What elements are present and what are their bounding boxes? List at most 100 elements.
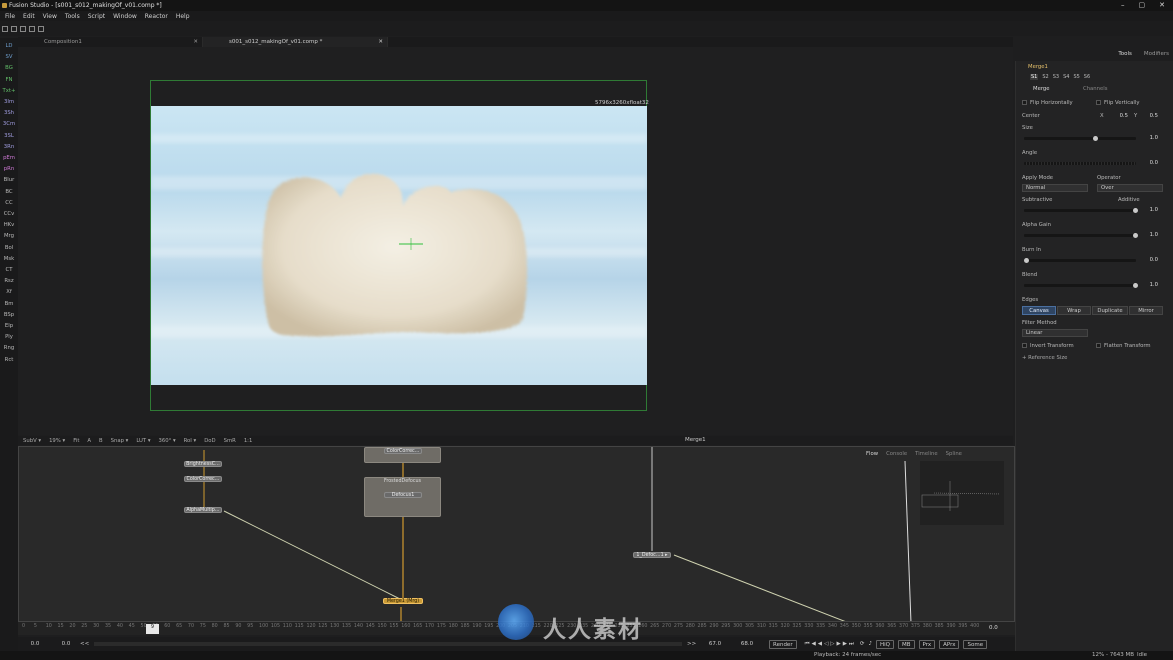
reference-size-expander[interactable]: + Reference Size (1022, 355, 1067, 361)
size-slider[interactable] (1024, 136, 1136, 141)
tab-channels[interactable]: Channels (1083, 86, 1108, 92)
tab-modifiers[interactable]: Modifiers (1144, 51, 1169, 57)
node-brightness-contrast[interactable]: BrightnessC… (184, 461, 222, 467)
tab-spline[interactable]: Spline (946, 451, 962, 457)
invert-transform-checkbox[interactable] (1022, 343, 1027, 348)
close-button[interactable]: ✕ (1159, 1, 1165, 9)
tool-button-cc[interactable]: CC (0, 200, 18, 206)
tool-button-prn[interactable]: pRn (0, 166, 18, 172)
global-end-field[interactable]: 68.0 (729, 641, 765, 647)
tool-button-ld[interactable]: LD (0, 43, 18, 49)
subtractive-additive-slider[interactable] (1024, 208, 1138, 213)
slider-knob[interactable] (1133, 208, 1138, 213)
tool-button-3sl[interactable]: 3SL (0, 133, 18, 139)
tool-button-hkv[interactable]: HKv (0, 222, 18, 228)
node-color-correct-2[interactable]: ColorCorrec… (384, 448, 422, 454)
blend-value[interactable]: 1.0 (1140, 282, 1158, 288)
slider-knob[interactable] (1024, 258, 1029, 263)
viewer-image[interactable] (151, 106, 647, 385)
node-merge1[interactable]: Merge1 (Mrg) (383, 598, 423, 604)
tab-flow[interactable]: Flow (866, 451, 878, 457)
tab-timeline[interactable]: Timeline (915, 451, 938, 457)
slider-knob[interactable] (1092, 136, 1098, 141)
tool-button-3sh[interactable]: 3Sh (0, 110, 18, 116)
version-s5[interactable]: S5 (1073, 74, 1079, 80)
subtractive-additive-value[interactable]: 1.0 (1140, 207, 1158, 213)
menu-view[interactable]: View (43, 13, 57, 20)
tool-button-xf[interactable]: Xf (0, 289, 18, 295)
edges-wrap-button[interactable]: Wrap (1057, 306, 1091, 315)
node-defocus1[interactable]: Defocus1 (384, 492, 422, 498)
version-s1[interactable]: S1 (1030, 74, 1039, 80)
save-icon[interactable] (20, 25, 26, 32)
new-comp-icon[interactable] (2, 25, 8, 32)
tool-button-txt[interactable]: Txt+ (0, 88, 18, 94)
menu-window[interactable]: Window (113, 13, 137, 20)
loop-icon[interactable]: ⟳ (860, 641, 865, 647)
prev-button[interactable]: << (80, 641, 94, 647)
tool-button-ccv[interactable]: CCv (0, 211, 18, 217)
center-x-field[interactable]: 0.5 (1108, 113, 1128, 119)
tab-making-of-comp[interactable]: s001_s012_makingOf_v01.comp * ✕ (203, 37, 388, 47)
tool-button-pem[interactable]: pEm (0, 155, 18, 161)
edges-duplicate-button[interactable]: Duplicate (1092, 306, 1128, 315)
minimize-button[interactable]: – (1121, 1, 1125, 9)
tab-composition1[interactable]: Composition1 ✕ (18, 37, 203, 47)
menu-reactor[interactable]: Reactor (145, 13, 168, 20)
operator-dropdown[interactable]: Over (1097, 184, 1163, 192)
prx-button[interactable]: Prx (918, 639, 936, 649)
node-alpha-multiply[interactable]: AlphaMultip… (184, 507, 222, 513)
angle-wheel[interactable] (1024, 162, 1136, 165)
tool-button-3rn[interactable]: 3Rn (0, 144, 18, 150)
flip-h-checkbox[interactable] (1022, 100, 1027, 105)
filter-method-dropdown[interactable]: Linear (1022, 329, 1088, 337)
hiq-button[interactable]: HiQ (876, 639, 894, 649)
flow-navigator[interactable] (920, 461, 1004, 525)
close-icon[interactable]: ✕ (378, 39, 383, 45)
tool-button-bm[interactable]: Bm (0, 301, 18, 307)
flatten-transform-checkbox[interactable] (1096, 343, 1101, 348)
tool-button-bol[interactable]: Bol (0, 245, 18, 251)
one-to-one-button[interactable]: 1:1 (243, 438, 254, 444)
tab-tools[interactable]: Tools (1118, 51, 1132, 57)
tool-button-ply[interactable]: Ply (0, 334, 18, 340)
render-start-field[interactable]: 0.0 (52, 641, 80, 647)
smr-button[interactable]: SmR (223, 438, 237, 444)
tool-button-bc[interactable]: BC (0, 189, 18, 195)
buffer-b-button[interactable]: B (98, 438, 104, 444)
size-value[interactable]: 1.0 (1140, 135, 1158, 141)
zoom-dropdown[interactable]: 19% ▾ (48, 438, 66, 444)
range-end-value[interactable]: 0.0 (989, 625, 998, 631)
360-dropdown[interactable]: 360° ▾ (158, 438, 177, 444)
menu-tools[interactable]: Tools (65, 13, 80, 20)
angle-value[interactable]: 0.0 (1140, 160, 1158, 166)
tab-merge[interactable]: Merge (1033, 86, 1050, 92)
center-y-field[interactable]: 0.5 (1138, 113, 1158, 119)
version-s3[interactable]: S3 (1053, 74, 1059, 80)
tool-button-rng[interactable]: Rng (0, 345, 18, 351)
menu-script[interactable]: Script (88, 13, 105, 20)
tool-button-rsz[interactable]: Rsz (0, 278, 18, 284)
tool-button-3cm[interactable]: 3Cm (0, 121, 18, 127)
aprx-button[interactable]: APrx (939, 639, 960, 649)
buffer-a-button[interactable]: A (86, 438, 92, 444)
node-color-correct-1[interactable]: ColorCorrec… (184, 476, 222, 482)
alpha-gain-value[interactable]: 1.0 (1140, 232, 1158, 238)
tool-button-mrg[interactable]: Mrg (0, 233, 18, 239)
tool-button-elp[interactable]: Elp (0, 323, 18, 329)
slider-knob[interactable] (1133, 233, 1138, 238)
fit-button[interactable]: Fit (72, 438, 80, 444)
audio-icon[interactable]: ♪ (868, 641, 872, 647)
version-s6[interactable]: S6 (1084, 74, 1090, 80)
dod-button[interactable]: DoD (203, 438, 216, 444)
tool-button-sv[interactable]: SV (0, 54, 18, 60)
tool-button-fn[interactable]: FN (0, 77, 18, 83)
playback-controls-icon[interactable]: ⏮◀◀◁▷▶▶⏭ (805, 641, 856, 648)
tool-name[interactable]: Merge1 (1028, 64, 1048, 70)
edges-mirror-button[interactable]: Mirror (1129, 306, 1163, 315)
roi-dropdown[interactable]: RoI ▾ (183, 438, 198, 444)
next-button[interactable]: >> (687, 641, 701, 647)
burn-in-slider[interactable] (1024, 258, 1136, 263)
tool-button-ct[interactable]: CT (0, 267, 18, 273)
tool-button-bsp[interactable]: BSp (0, 312, 18, 318)
